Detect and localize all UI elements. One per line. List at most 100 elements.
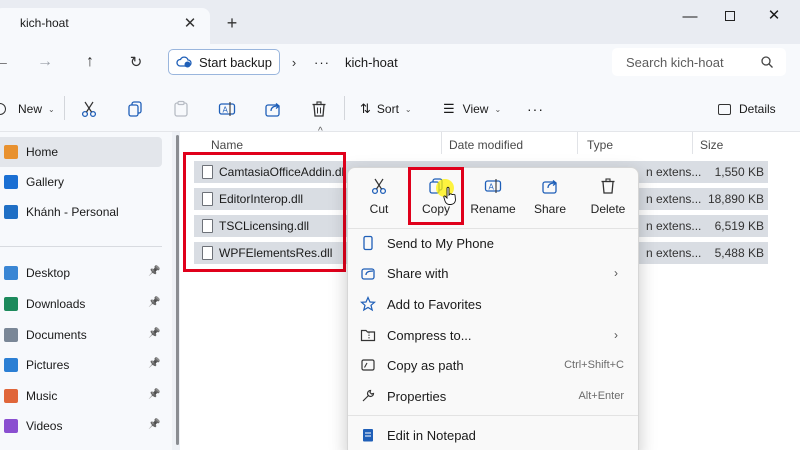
copy-path-icon xyxy=(360,357,376,373)
up-arrow-icon[interactable]: ↑ xyxy=(80,52,100,72)
cloud-backup-icon xyxy=(176,56,192,68)
paste-icon[interactable] xyxy=(172,100,190,118)
file-type: n extens... xyxy=(646,165,702,179)
column-header-size[interactable]: Size xyxy=(700,138,723,152)
documents-icon xyxy=(4,328,18,342)
music-icon xyxy=(4,389,18,403)
rename-icon[interactable]: A xyxy=(218,100,236,118)
new-button[interactable]: New ⌄ xyxy=(0,98,55,120)
share-with-icon xyxy=(360,265,376,281)
sidebar-item-gallery[interactable]: Gallery xyxy=(0,167,162,197)
details-label: Details xyxy=(739,102,776,116)
ctx-share-button[interactable]: Share xyxy=(522,177,578,225)
pin-icon[interactable]: 📌 xyxy=(148,297,160,308)
maximize-icon xyxy=(725,11,735,21)
onedrive-icon xyxy=(4,205,18,219)
ctx-delete-button[interactable]: Delete xyxy=(580,177,636,225)
scrollbar[interactable] xyxy=(176,135,179,445)
menu-item-add-to-favorites[interactable]: Add to Favorites xyxy=(348,289,638,319)
sidebar-item-home[interactable]: Home xyxy=(0,137,162,167)
chevron-down-icon: ⌄ xyxy=(494,104,502,114)
pin-icon[interactable]: 📌 xyxy=(148,389,160,400)
ctx-rename-label: Rename xyxy=(470,202,516,216)
back-arrow-icon[interactable]: ← xyxy=(0,52,12,72)
menu-item-label: Copy as path xyxy=(387,357,464,373)
menu-item-send-to-my-phone[interactable]: Send to My Phone xyxy=(348,228,638,258)
tab-title: kich-hoat xyxy=(20,16,69,30)
desktop-icon xyxy=(4,266,18,280)
menu-item-edit-in-notepad[interactable]: Edit in Notepad xyxy=(348,420,638,450)
details-button[interactable]: Details xyxy=(718,98,776,120)
column-header-type[interactable]: Type xyxy=(587,138,613,152)
cut-icon[interactable] xyxy=(80,100,98,118)
column-header-name[interactable]: Name xyxy=(211,138,243,152)
pin-icon[interactable]: 📌 xyxy=(148,328,160,339)
view-icon: ☰ xyxy=(443,101,455,116)
scissors-icon xyxy=(371,178,387,195)
column-header-date[interactable]: Date modified xyxy=(449,138,523,152)
menu-item-compress-to[interactable]: Compress to... xyxy=(348,320,638,350)
refresh-icon[interactable]: ↻ xyxy=(126,52,146,72)
chevron-down-icon: ⌄ xyxy=(404,104,412,114)
file-type: n extens... xyxy=(646,246,702,260)
notepad-icon xyxy=(360,427,376,443)
share-icon xyxy=(542,180,558,194)
sort-label: Sort xyxy=(376,102,399,116)
gallery-icon xyxy=(4,175,18,189)
ctx-cut-button[interactable]: Cut xyxy=(351,177,407,225)
share-icon[interactable] xyxy=(264,100,282,118)
menu-item-shortcut: Ctrl+Shift+C xyxy=(564,359,624,371)
sidebar-item-music[interactable]: Music 📌 xyxy=(0,381,162,411)
copy-icon[interactable] xyxy=(126,100,144,118)
file-size: 5,488 KB xyxy=(714,246,764,260)
pin-icon[interactable]: 📌 xyxy=(148,419,160,430)
menu-item-label: Edit in Notepad xyxy=(387,427,476,443)
sidebar-item-documents[interactable]: Documents 📌 xyxy=(0,320,162,350)
ctx-cut-label: Cut xyxy=(369,202,389,216)
sidebar-item-label: Desktop xyxy=(26,266,71,280)
minimize-button[interactable]: — xyxy=(678,5,702,27)
file-size: 18,890 KB xyxy=(707,192,764,206)
ctx-rename-button[interactable]: A Rename xyxy=(465,177,521,225)
sort-icon: ⇅ xyxy=(360,101,371,116)
forward-arrow-icon[interactable]: → xyxy=(35,52,55,72)
sidebar-item-label: Videos xyxy=(26,419,63,433)
sidebar-item-downloads[interactable]: Downloads 📌 xyxy=(0,289,162,319)
home-icon xyxy=(4,145,18,159)
sidebar-item-label: Gallery xyxy=(26,175,65,189)
details-pane-icon xyxy=(718,103,731,115)
menu-item-shortcut: Alt+Enter xyxy=(578,390,624,402)
sort-caret-icon: ^ xyxy=(318,126,323,137)
close-tab-icon[interactable]: ✕ xyxy=(180,13,200,33)
sort-button[interactable]: ⇅ Sort ⌄ xyxy=(360,98,412,120)
more-options-button[interactable]: ··· xyxy=(527,98,544,120)
breadcrumb-overflow-button[interactable]: ··· xyxy=(312,52,332,72)
plus-circle-icon xyxy=(0,103,6,115)
sidebar-item-pictures[interactable]: Pictures 📌 xyxy=(0,350,162,380)
sidebar-item-videos[interactable]: Videos 📌 xyxy=(0,411,162,441)
chevron-down-icon: ⌄ xyxy=(48,104,55,114)
breadcrumb-folder[interactable]: kich-hoat xyxy=(345,55,398,70)
sidebar-item-kh-nh-personal[interactable]: Khánh - Personal xyxy=(0,197,162,227)
hand-cursor-icon xyxy=(443,186,456,205)
view-label: View xyxy=(462,102,489,116)
delete-icon[interactable] xyxy=(310,100,328,118)
pin-icon[interactable]: 📌 xyxy=(148,266,160,277)
videos-icon xyxy=(4,419,18,433)
trash-icon xyxy=(601,178,615,194)
pin-icon[interactable]: 📌 xyxy=(148,358,160,369)
column-divider xyxy=(577,132,578,154)
sidebar-item-desktop[interactable]: Desktop 📌 xyxy=(0,258,162,288)
svg-text:A: A xyxy=(223,106,229,115)
menu-separator xyxy=(348,415,638,416)
chevron-right-icon: › xyxy=(614,328,618,342)
maximize-button[interactable] xyxy=(718,5,742,27)
menu-item-share-with[interactable]: Share with xyxy=(348,258,638,288)
view-button[interactable]: ☰ View ⌄ xyxy=(443,98,501,120)
new-tab-button[interactable]: + xyxy=(222,13,242,33)
svg-text:A: A xyxy=(489,183,495,192)
close-window-button[interactable]: ✕ xyxy=(762,4,786,26)
download-icon xyxy=(4,297,18,311)
phone-icon xyxy=(360,235,376,251)
star-icon xyxy=(360,296,376,312)
